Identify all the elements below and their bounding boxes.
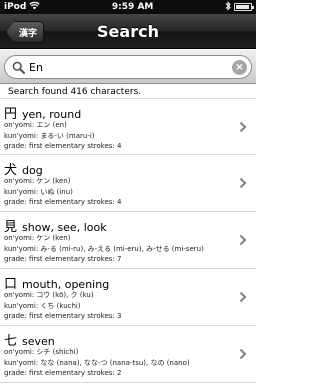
clock: 9:59 AM bbox=[111, 2, 154, 12]
search-icon bbox=[11, 60, 25, 74]
status-bar: iPod 9:59 AM bbox=[0, 0, 256, 14]
grade-strokes: grade: first elementary strokes: 3 bbox=[4, 312, 122, 320]
chevron-right-icon bbox=[239, 121, 247, 133]
clear-icon[interactable]: × bbox=[232, 59, 247, 75]
search-input[interactable] bbox=[25, 60, 232, 74]
list-item[interactable]: 見 show, see, look on'yomi: ケン (ken) kun'… bbox=[0, 212, 256, 269]
list-item[interactable]: 口 mouth, opening on'yomi: コウ (kō), ク (ku… bbox=[0, 269, 256, 326]
result-count: Search found 416 characters. bbox=[8, 87, 142, 97]
kunyomi-reading: kun'yomi: み-る (mi-ru), み-える (mi-eru), み-… bbox=[4, 244, 204, 253]
onyomi-reading: on'yomi: ケン (ken) bbox=[4, 234, 71, 242]
page-title: Search bbox=[97, 22, 159, 41]
grade-strokes: grade: first elementary strokes: 4 bbox=[4, 142, 122, 150]
battery-icon bbox=[233, 3, 254, 11]
bluetooth-icon bbox=[225, 1, 231, 13]
search-field[interactable]: × bbox=[4, 55, 252, 79]
grade-strokes: grade: first elementary strokes: 2 bbox=[4, 369, 122, 377]
grade-strokes: grade: first elementary strokes: 4 bbox=[4, 198, 122, 206]
navigation-bar: 漢字 Search bbox=[0, 14, 256, 49]
onyomi-reading: on'yomi: ケン (ken) bbox=[4, 177, 71, 185]
chevron-right-icon bbox=[239, 291, 247, 303]
chevron-right-icon bbox=[239, 348, 247, 360]
kunyomi-reading: kun'yomi: なな (nana), なな-つ (nana-tsu), なの… bbox=[4, 358, 190, 367]
grade-strokes: grade: first elementary strokes: 7 bbox=[4, 255, 122, 263]
list-item[interactable]: 犬 dog on'yomi: ケン (ken) kun'yomi: いぬ (in… bbox=[0, 155, 256, 212]
battery-level bbox=[235, 5, 250, 9]
onyomi-reading: on'yomi: シチ (shichi) bbox=[4, 348, 79, 356]
onyomi-reading: on'yomi: エン (en) bbox=[4, 121, 67, 129]
list-item[interactable]: 七 seven on'yomi: シチ (shichi) kun'yomi: な… bbox=[0, 326, 256, 383]
kunyomi-reading: kun'yomi: いぬ (inu) bbox=[4, 187, 73, 196]
kunyomi-reading: kun'yomi: くち (kuchi) bbox=[4, 301, 81, 310]
wifi-icon bbox=[29, 1, 40, 13]
search-bar: × bbox=[0, 50, 256, 84]
result-list: 円 yen, round on'yomi: エン (en) kun'yomi: … bbox=[0, 98, 256, 383]
chevron-right-icon bbox=[239, 177, 247, 189]
carrier-label: iPod bbox=[4, 2, 27, 12]
chevron-right-icon bbox=[239, 234, 247, 246]
onyomi-reading: on'yomi: コウ (kō), ク (ku) bbox=[4, 291, 94, 299]
kunyomi-reading: kun'yomi: まる-い (maru-i) bbox=[4, 131, 95, 140]
list-item[interactable]: 円 yen, round on'yomi: エン (en) kun'yomi: … bbox=[0, 98, 256, 155]
